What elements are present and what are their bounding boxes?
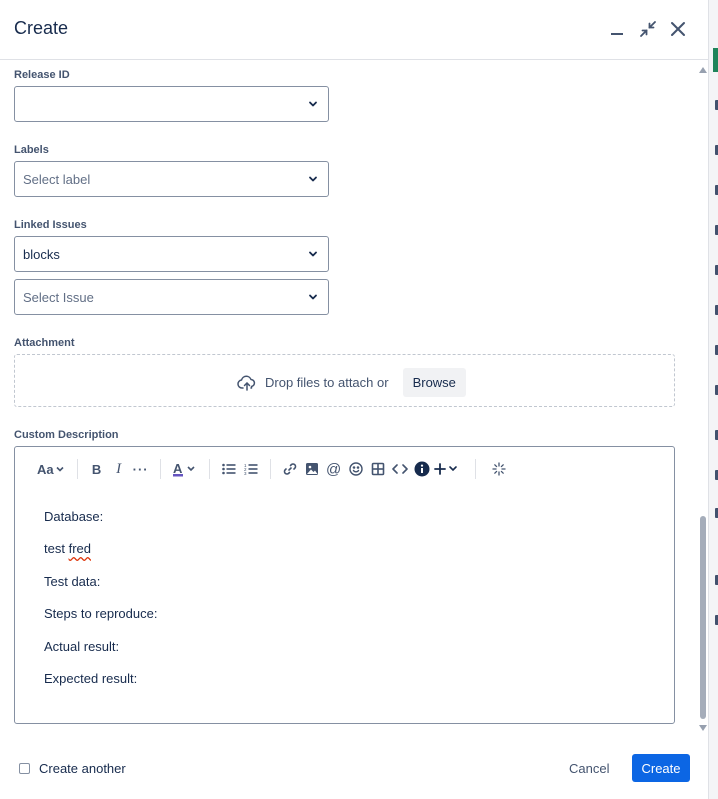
create-dialog: Create Release ID Labels Select label Li… [0,0,708,799]
form-body: Release ID Labels Select label Linked Is… [0,61,700,736]
bullet-list-icon[interactable] [218,457,240,481]
link-type-value: blocks [23,247,60,262]
emoji-icon[interactable] [345,457,367,481]
svg-text:3: 3 [244,471,247,475]
scroll-down-arrow[interactable] [699,725,707,731]
scrollbar-thumb[interactable] [700,516,706,719]
insert-more-icon[interactable] [433,457,461,481]
editor-toolbar: Aa B I ··· A 1 2 3 @ [15,447,674,491]
toolbar-divider [474,459,476,479]
dialog-title: Create [14,18,69,38]
linked-issue-placeholder: Select Issue [23,290,94,305]
release-id-label: Release ID [14,69,70,81]
labels-select[interactable]: Select label [14,161,329,197]
link-type-select[interactable]: blocks [14,236,329,272]
code-icon[interactable] [389,457,411,481]
toolbar-divider [269,459,271,479]
attachment-label: Attachment [14,337,75,349]
chevron-down-icon [309,251,317,257]
attachment-dropzone[interactable]: Drop files to attach or Browse [14,354,675,407]
chevron-down-icon [309,176,317,182]
text-style-dropdown[interactable]: Aa [37,457,65,481]
numbered-list-icon[interactable]: 123 [240,457,262,481]
image-icon[interactable] [301,457,323,481]
browse-button[interactable]: Browse [402,368,466,397]
text-color-icon[interactable]: A [169,457,201,481]
toolbar-divider [208,459,210,479]
description-editor[interactable]: Aa B I ··· A 1 2 3 @ Database: test fred… [14,446,675,724]
chevron-down-icon [309,101,317,107]
labels-label: Labels [14,144,49,156]
description-line: Actual result: [44,638,120,654]
custom-description-label: Custom Description [14,429,119,441]
description-line: Steps to reproduce: [44,606,158,622]
ai-assist-icon[interactable] [488,457,510,481]
editor-content[interactable]: Database: test fred Test data: Steps to … [44,509,157,703]
toolbar-divider [76,459,78,479]
dialog-header: Create [0,0,708,60]
chevron-down-icon [309,294,317,300]
checkbox-box[interactable] [19,763,30,774]
background-accent [713,48,718,72]
upload-cloud-icon [237,375,256,391]
drop-files-text: Drop files to attach or [265,375,389,390]
linked-issues-label: Linked Issues [14,219,87,231]
create-another-label: Create another [39,761,126,776]
chevron-down-icon [56,466,64,472]
form-scrollbar[interactable] [698,64,708,734]
dialog-footer: Create another Cancel Create [0,740,708,799]
background-page-strip [708,0,718,799]
linked-issue-select[interactable]: Select Issue [14,279,329,315]
misspelled-word[interactable]: fred [69,541,91,556]
create-another-checkbox[interactable]: Create another [19,761,126,776]
release-id-select[interactable] [14,86,329,122]
description-line: Database: [44,509,104,524]
italic-icon[interactable]: I [108,457,130,481]
more-formatting-icon[interactable]: ··· [130,457,152,481]
info-panel-icon[interactable] [411,457,433,481]
bold-icon[interactable]: B [86,457,108,481]
description-line: Expected result: [44,670,138,686]
labels-placeholder: Select label [23,172,91,187]
description-line: Test data: [44,573,101,589]
cancel-button[interactable]: Cancel [558,754,620,782]
link-icon[interactable] [279,457,301,481]
mention-icon[interactable]: @ [323,457,345,481]
table-icon[interactable] [367,457,389,481]
description-line-text: test fred [44,541,91,557]
description-line: test fred [44,541,157,573]
toolbar-divider [159,459,161,479]
close-icon[interactable] [667,18,689,40]
scroll-up-arrow[interactable] [699,67,707,73]
create-button[interactable]: Create [632,754,690,782]
collapse-icon[interactable] [637,18,659,40]
text-style-label: Aa [37,461,54,477]
svg-text:A: A [173,461,183,476]
minimize-icon[interactable] [606,18,628,40]
